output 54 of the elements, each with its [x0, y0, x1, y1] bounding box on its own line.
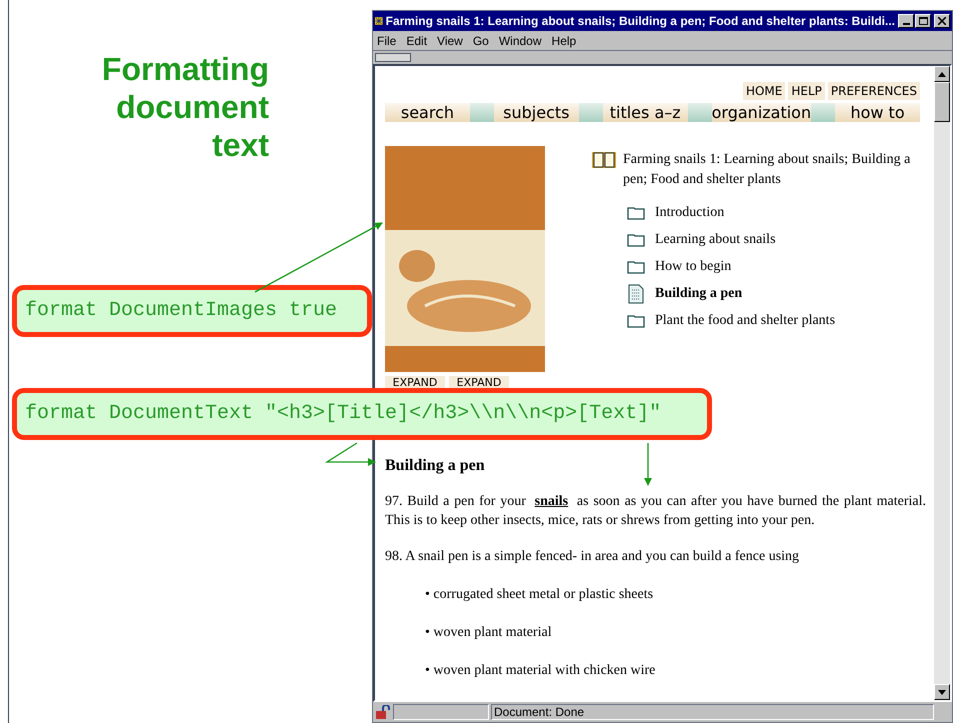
close-button[interactable]: [934, 14, 950, 28]
menu-item[interactable]: View: [437, 32, 463, 50]
minimize-button[interactable]: [898, 14, 914, 28]
toc-link[interactable]: Learning about snails: [655, 229, 776, 250]
vertical-scrollbar[interactable]: [934, 66, 950, 700]
minimize-icon: [902, 23, 910, 25]
toc-link[interactable]: Building a pen: [655, 283, 742, 304]
toc-link[interactable]: Introduction: [655, 202, 724, 223]
down-arrow-icon: [938, 690, 946, 694]
scroll-up-button[interactable]: [934, 66, 950, 82]
nav-tab[interactable]: titles a–z: [602, 103, 688, 122]
list-item: • corrugated sheet metal or plastic sheets: [425, 586, 654, 604]
folder-icon: [627, 314, 645, 328]
menu-item[interactable]: Help: [552, 32, 576, 50]
nav-tab[interactable]: subjects: [494, 103, 579, 122]
open-book-icon: [591, 150, 617, 170]
toc-link[interactable]: How to begin: [655, 256, 732, 277]
list-item: • woven plant material: [425, 624, 553, 642]
book-title: Farming snails 1: Learning about snails; Building a pen; Food and shelter plants: [623, 151, 912, 189]
document-icon: [628, 284, 644, 304]
link[interactable]: snails: [534, 494, 568, 509]
menu-item[interactable]: Go: [472, 32, 489, 50]
nav-link[interactable]: PREFERENCES: [828, 82, 920, 100]
nav-link[interactable]: HOME: [742, 82, 786, 100]
code-callout: format DocumentImages true: [12, 285, 372, 337]
nav-link[interactable]: HELP: [788, 82, 825, 100]
folder-icon: [627, 232, 645, 246]
menu-item[interactable]: File: [377, 32, 396, 50]
paragraph: 98. A snail pen is a simple fenced- in area and you can build a fence using: [385, 548, 800, 566]
scroll-down-button[interactable]: [934, 684, 950, 700]
list-item: • woven plant material with chicken wire: [425, 662, 656, 680]
menu-item[interactable]: Window: [498, 32, 542, 50]
folder-icon: [627, 260, 645, 274]
toolbar-handle[interactable]: [375, 53, 411, 62]
maximize-button[interactable]: [915, 14, 931, 28]
menu-item[interactable]: Edit: [406, 32, 428, 50]
padlock-icon: [375, 705, 391, 719]
arrow: [644, 443, 652, 486]
toc-link[interactable]: Plant the food and shelter plants: [655, 310, 836, 331]
nav-tab[interactable]: how to: [835, 103, 920, 122]
nav-tab[interactable]: organization: [712, 103, 812, 122]
maximize-icon: [918, 17, 928, 25]
window-title: Farming snails 1: Learning about snails; Building a pen; Food and shelter plants: Buildi...: [386, 13, 895, 30]
slide-title: Formatting document text: [100, 50, 269, 164]
up-arrow-icon: [938, 72, 946, 76]
article-heading: Building a pen: [385, 456, 485, 476]
close-icon: [938, 17, 946, 25]
nav-tab[interactable]: search: [385, 103, 470, 122]
folder-icon: [627, 206, 645, 220]
status-text: Document: Done: [491, 704, 934, 720]
paragraph: 97. Build a pen for your snails as soon as you can after you have burned the plant material. This is to keep other insects, mice, rats or shrews from getting into your pen.: [385, 493, 926, 530]
scroll-thumb[interactable]: [934, 82, 950, 122]
arrow: [324, 442, 376, 466]
code-callout: format DocumentText "<h3>[Title]</h3>\\n\\n<p>[Text]": [12, 388, 712, 440]
